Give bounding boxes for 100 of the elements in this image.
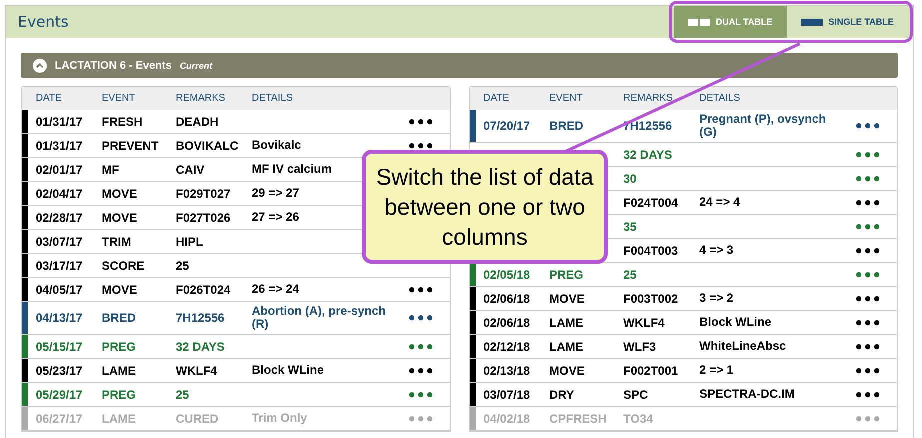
remarks-text: CAIV <box>176 162 205 176</box>
details-text: Bovikalc <box>252 138 302 152</box>
date-text: 05/29/17 <box>36 388 83 402</box>
details-text: Block WLine <box>700 315 772 329</box>
remarks-text: WLF3 <box>624 340 656 354</box>
column-header: DATE <box>35 93 63 104</box>
more-icon[interactable] <box>408 286 433 292</box>
date-text: 06/27/17 <box>36 412 83 426</box>
more-icon[interactable] <box>856 123 880 129</box>
remarks-text: BOVIKALC <box>176 138 239 152</box>
section-status: Current <box>180 60 212 70</box>
two-column-icon <box>688 18 710 26</box>
more-icon[interactable] <box>408 118 433 124</box>
section-bar[interactable]: LACTATION 6 - Events Current <box>21 53 898 78</box>
date-text: 03/07/18 <box>484 388 530 402</box>
remarks-text: F024T004 <box>624 196 678 210</box>
details-text: Abortion (A), pre-synch (R) <box>252 304 386 331</box>
remarks-text: WKLF4 <box>176 364 218 378</box>
date-text: 04/13/17 <box>36 311 83 325</box>
date-text: 02/28/17 <box>36 210 83 224</box>
column-header: DETAILS <box>700 92 742 105</box>
details-text: 4 => 3 <box>700 243 734 257</box>
more-icon[interactable] <box>856 368 880 374</box>
details-text: SPECTRA-DC.IM <box>700 387 795 401</box>
event-text: MOVE <box>102 282 138 296</box>
remarks-text: 7H12556 <box>176 311 225 325</box>
details-text: MF IV calcium <box>252 162 332 176</box>
event-text: MF <box>102 162 120 176</box>
more-icon[interactable] <box>408 142 433 148</box>
more-icon[interactable] <box>856 344 880 350</box>
event-text: FRESH <box>102 114 143 128</box>
date-text: 05/23/17 <box>36 364 83 378</box>
date-text: 02/05/18 <box>484 268 530 282</box>
remarks-text: 32 DAYS <box>176 340 225 354</box>
date-text: 03/07/17 <box>36 234 83 248</box>
event-text: LAME <box>102 412 136 426</box>
remarks-text: F002T001 <box>624 364 678 378</box>
section-title: LACTATION 6 - Events <box>55 60 172 72</box>
remarks-text: 25 <box>176 388 190 402</box>
more-icon[interactable] <box>856 320 880 326</box>
event-text: BRED <box>550 119 584 133</box>
column-header: DETAILS <box>252 92 294 105</box>
details-text: Block WLine <box>252 363 324 377</box>
one-column-icon <box>800 18 823 26</box>
more-icon[interactable] <box>856 200 880 206</box>
more-icon[interactable] <box>408 315 433 321</box>
remarks-text: WKLF4 <box>624 316 665 330</box>
remarks-text: 35 <box>624 220 637 234</box>
column-header: EVENT <box>102 93 136 104</box>
date-text: 04/05/17 <box>36 282 83 296</box>
more-icon[interactable] <box>856 248 880 254</box>
details-text: 2 => 1 <box>700 363 734 377</box>
details-text: 26 => 24 <box>252 282 300 296</box>
more-icon[interactable] <box>856 392 880 398</box>
date-text: 04/02/18 <box>484 412 530 426</box>
details-text: 24 => 4 <box>700 195 740 209</box>
event-text: PREG <box>102 340 136 354</box>
event-text: PREG <box>102 388 136 402</box>
view-toggle-button[interactable]: DUAL TABLE <box>674 6 787 38</box>
event-text: PREG <box>550 268 584 282</box>
details-text: Pregnant (P), ovsynch (G) <box>700 112 826 139</box>
more-icon[interactable] <box>856 296 880 302</box>
remarks-text: 25 <box>624 268 637 282</box>
remarks-text: DEADH <box>176 114 219 128</box>
remarks-text: F003T002 <box>624 292 678 306</box>
details-text: WhiteLineAbsc <box>700 339 786 353</box>
column-header: DATE <box>482 93 510 104</box>
status-stripe <box>470 110 476 142</box>
remarks-text: HIPL <box>176 234 204 248</box>
remarks-text: 7H12556 <box>624 119 672 133</box>
event-text: TRIM <box>102 234 132 248</box>
details-text: 3 => 2 <box>700 291 734 305</box>
view-toggle-button[interactable]: SINGLE TABLE <box>786 6 908 38</box>
column-header: REMARKS <box>624 93 674 104</box>
remarks-text: 32 DAYS <box>624 148 672 162</box>
event-text: CPFRESH <box>550 412 607 426</box>
date-text: 02/04/17 <box>36 186 83 200</box>
date-text: 02/01/17 <box>36 162 83 176</box>
event-text: SCORE <box>102 258 145 272</box>
column-header: REMARKS <box>176 93 226 104</box>
date-text: 05/15/17 <box>36 340 83 354</box>
date-text: 02/06/18 <box>484 316 530 330</box>
page-title: Events <box>18 13 69 31</box>
date-text: 07/20/17 <box>484 119 530 133</box>
more-icon[interactable] <box>408 368 433 374</box>
date-text: 01/31/17 <box>36 138 83 152</box>
event-text: BRED <box>102 311 136 325</box>
remarks-text: SPC <box>624 388 648 402</box>
date-text: 03/17/17 <box>36 258 83 272</box>
collapse-icon[interactable] <box>33 58 47 72</box>
details-text: 29 => 27 <box>252 186 300 200</box>
remarks-text: CURED <box>176 412 219 426</box>
date-text: 01/31/17 <box>36 114 83 128</box>
remarks-text: 25 <box>176 258 190 272</box>
event-text: DRY <box>550 388 574 402</box>
event-text: PREVENT <box>102 138 159 152</box>
callout: Switch the list of data between one or two columns <box>362 150 608 264</box>
column-header: EVENT <box>550 93 584 104</box>
remarks-text: F027T026 <box>176 210 231 224</box>
remarks-text: F026T024 <box>176 282 231 296</box>
